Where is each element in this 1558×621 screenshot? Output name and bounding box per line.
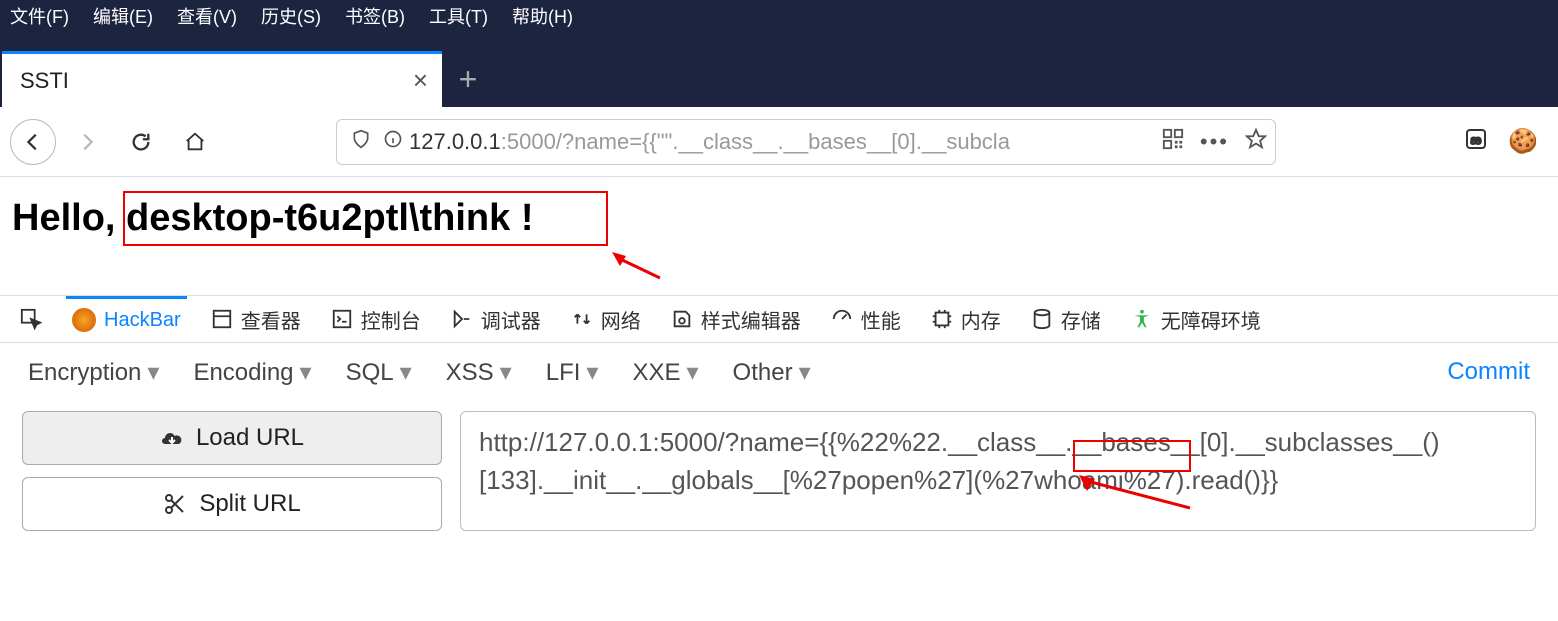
tab-title: SSTI [20,68,69,94]
menubar: 文件(F) 编辑(E) 查看(V) 历史(S) 书签(B) 工具(T) 帮助(H… [0,0,1558,32]
hackbar-buttons: Load URL Split URL [22,411,442,531]
tab-ssti[interactable]: SSTI × [2,51,442,107]
devtools-tab-accessibility[interactable]: 无障碍环境 [1125,296,1267,342]
greeting-prefix: Hello, [12,197,126,239]
hb-menu-other[interactable]: Other▾ [733,358,811,387]
qr-icon[interactable] [1162,128,1184,156]
chevron-down-icon: ▾ [686,359,698,386]
menu-file[interactable]: 文件(F) [10,3,69,29]
forward-button[interactable] [64,119,110,165]
back-button[interactable] [10,119,56,165]
devtools-tab-inspector[interactable]: 查看器 [205,296,307,342]
url-path: /?name={{"".__class__.__bases__[0].__sub… [556,129,1010,154]
hb-menu-encryption[interactable]: Encryption▾ [28,358,159,387]
devtools-pick-element[interactable] [14,296,48,342]
annotation-arrow-2-icon [1075,473,1195,513]
site-info-icon[interactable] [383,129,403,155]
chevron-down-icon: ▾ [799,359,811,386]
hb-menu-lfi[interactable]: LFI▾ [546,358,599,387]
annotation-arrow-icon [612,252,662,282]
chevron-down-icon: ▾ [147,359,159,386]
tab-close-icon[interactable]: × [413,65,428,96]
chevron-down-icon: ▾ [300,359,312,386]
extension-icon[interactable]: æ [1464,127,1488,156]
page-content: Hello, desktop-t6u2ptl\think ! [0,177,1558,295]
hb-url-textarea[interactable] [460,411,1536,531]
url-port: :5000 [501,129,556,154]
hb-menu-xxe[interactable]: XXE▾ [632,358,698,387]
nav-toolbar: 127.0.0.1:5000/?name={{"".__class__.__ba… [0,107,1558,177]
hb-split-url-button[interactable]: Split URL [22,477,442,531]
devtools-tab-style[interactable]: 样式编辑器 [665,296,807,342]
url-bar[interactable]: 127.0.0.1:5000/?name={{"".__class__.__ba… [336,119,1276,165]
devtools-tab-performance[interactable]: 性能 [825,296,907,342]
devtools-tab-debugger[interactable]: 调试器 [445,296,547,342]
hb-menu-encoding[interactable]: Encoding▾ [193,358,311,387]
hb-commit-button[interactable]: Commit [1447,358,1530,386]
annotation-box [123,191,608,246]
hb-load-url-button[interactable]: Load URL [22,411,442,465]
tabbar: SSTI × + [0,32,1558,107]
chevron-down-icon: ▾ [400,359,412,386]
home-button[interactable] [172,119,218,165]
bookmark-star-icon[interactable] [1245,128,1267,156]
cookie-icon[interactable]: 🍪 [1508,127,1538,156]
reload-button[interactable] [118,119,164,165]
devtools-tab-memory[interactable]: 内存 [925,296,1007,342]
menu-tools[interactable]: 工具(T) [429,3,488,29]
page-actions-icon[interactable]: ••• [1200,129,1229,155]
devtools-tab-console[interactable]: 控制台 [325,296,427,342]
chevron-down-icon: ▾ [500,359,512,386]
devtools-tab-storage[interactable]: 存储 [1025,296,1107,342]
hackbar-main: Load URL Split URL [0,401,1558,541]
menu-edit[interactable]: 编辑(E) [93,3,153,29]
devtools-tabbar: HackBar 查看器 控制台 调试器 网络 样式编辑器 性能 内存 存储 无障… [0,295,1558,343]
chevron-down-icon: ▾ [586,359,598,386]
svg-text:æ: æ [1471,133,1482,147]
annotation-box-2 [1073,440,1191,472]
hackbar-menus: Encryption▾ Encoding▾ SQL▾ XSS▾ LFI▾ XXE… [0,343,1558,401]
hackbar-logo-icon [72,308,96,332]
menu-help[interactable]: 帮助(H) [512,3,573,29]
url-text: 127.0.0.1:5000/?name={{"".__class__.__ba… [409,129,1010,155]
hb-menu-sql[interactable]: SQL▾ [346,358,412,387]
hb-menu-xss[interactable]: XSS▾ [446,358,512,387]
url-host: 127.0.0.1 [409,129,501,154]
menu-history[interactable]: 历史(S) [261,3,321,29]
menu-bookmarks[interactable]: 书签(B) [345,3,405,29]
tracking-shield-icon[interactable] [351,129,371,155]
menu-view[interactable]: 查看(V) [177,3,237,29]
new-tab-button[interactable]: + [442,51,494,107]
devtools-tab-hackbar[interactable]: HackBar [66,296,187,342]
devtools-tab-network[interactable]: 网络 [565,296,647,342]
